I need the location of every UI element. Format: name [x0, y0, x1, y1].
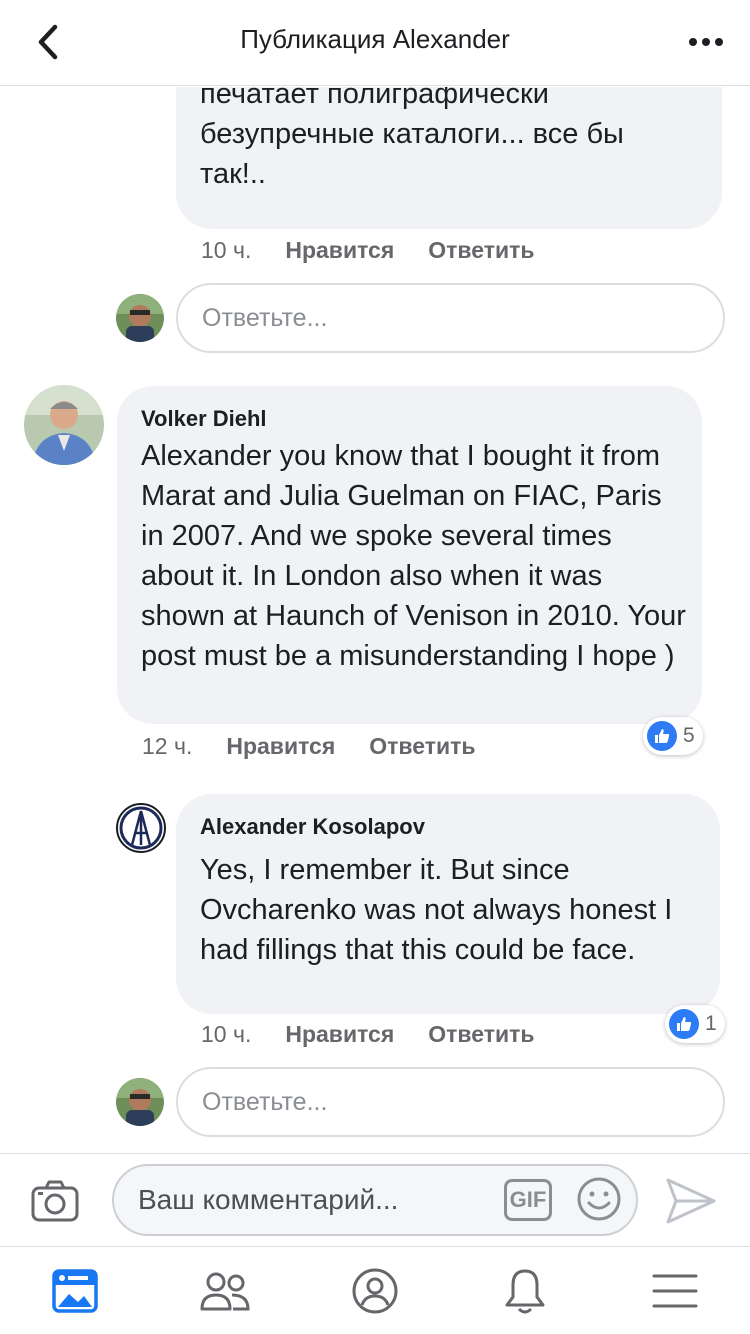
comment-bubble: текстов о продаваемых работах, печатает … — [176, 87, 722, 229]
camera-button[interactable] — [30, 1176, 80, 1226]
reaction-count[interactable]: 5 — [643, 717, 703, 755]
send-button[interactable] — [664, 1176, 718, 1226]
comment-text: Alexander you know that I bought it from… — [141, 440, 686, 672]
avatar-alexander-kosolapov[interactable] — [116, 803, 166, 853]
comment-bubble: Alexander Kosolapov Yes, I remember it. … — [176, 794, 720, 1014]
camera-icon — [31, 1180, 79, 1222]
reaction-number: 5 — [683, 724, 695, 747]
menu-icon — [652, 1274, 698, 1307]
comment-meta: 10 ч. Нравится Ответить — [201, 1021, 535, 1048]
notifications-icon — [505, 1269, 545, 1313]
like-reaction-icon — [647, 721, 677, 751]
tab-news-feed[interactable] — [0, 1247, 150, 1334]
comment-author[interactable]: Volker Diehl — [141, 406, 267, 432]
smile-icon — [577, 1177, 621, 1221]
comment-text: текстов о продаваемых работах, печатает … — [200, 87, 624, 190]
tab-menu[interactable] — [600, 1247, 750, 1334]
like-link[interactable]: Нравится — [285, 237, 394, 264]
comment-placeholder: Ваш комментарий... — [138, 1184, 399, 1215]
more-options-button[interactable] — [682, 18, 730, 66]
reply-link[interactable]: Ответить — [428, 237, 534, 264]
avatar-volker-diehl[interactable] — [24, 385, 104, 465]
reply-link[interactable]: Ответить — [428, 1021, 534, 1048]
like-reaction-icon — [669, 1009, 699, 1039]
emoji-button[interactable] — [576, 1176, 622, 1222]
reaction-count[interactable]: 1 — [665, 1005, 725, 1043]
like-link[interactable]: Нравится — [226, 733, 335, 760]
news-feed-icon — [52, 1268, 98, 1313]
comment-meta: 10 ч. Нравится Ответить — [201, 237, 535, 264]
comment-text: Yes, I remember it. But since Ovcharenko… — [200, 854, 673, 966]
bottom-nav — [0, 1246, 750, 1334]
comments-list[interactable]: текстов о продаваемых работах, печатает … — [0, 87, 750, 1153]
my-avatar — [116, 294, 164, 342]
comment-time: 12 ч. — [142, 733, 193, 759]
like-link[interactable]: Нравится — [285, 1021, 394, 1048]
comment-meta: 12 ч. Нравится Ответить — [142, 733, 476, 760]
gif-button[interactable]: GIF — [504, 1179, 552, 1221]
more-dots-icon — [689, 38, 723, 46]
page-title: Публикация Alexander — [240, 24, 510, 54]
reply-link[interactable]: Ответить — [369, 733, 475, 760]
reaction-number: 1 — [705, 1012, 717, 1035]
my-avatar — [116, 1078, 164, 1126]
tab-profile[interactable] — [300, 1247, 450, 1334]
reply-input[interactable]: Ответьте... — [176, 1067, 725, 1137]
send-icon — [666, 1178, 716, 1224]
tab-notifications[interactable] — [450, 1247, 600, 1334]
comment-bubble: Volker Diehl Alexander you know that I b… — [117, 386, 702, 724]
reply-input[interactable]: Ответьте... — [176, 283, 725, 353]
top-bar: Публикация Alexander — [0, 0, 750, 86]
comment-input[interactable]: Ваш комментарий... GIF — [112, 1164, 638, 1236]
profile-icon — [352, 1268, 398, 1313]
comment-time: 10 ч. — [201, 1021, 252, 1047]
tab-friends[interactable] — [150, 1247, 300, 1334]
comment-author[interactable]: Alexander Kosolapov — [200, 814, 425, 840]
comment-time: 10 ч. — [201, 237, 252, 263]
friends-icon — [200, 1272, 250, 1310]
comment-composer: Ваш комментарий... GIF — [0, 1153, 750, 1246]
